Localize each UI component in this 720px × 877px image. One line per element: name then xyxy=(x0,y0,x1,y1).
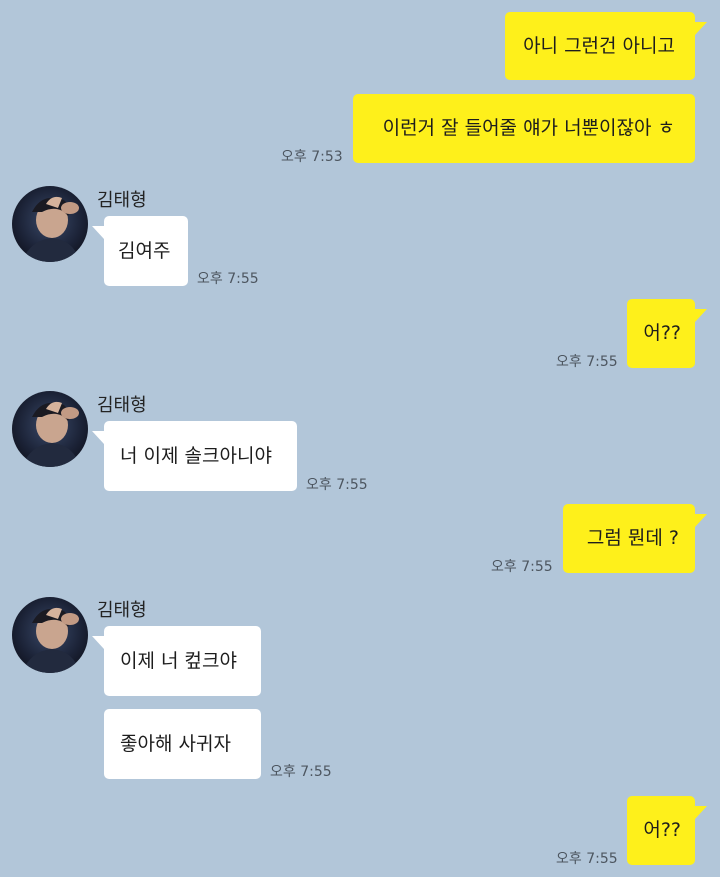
avatar-image xyxy=(12,186,88,262)
message-bubble-received[interactable]: 이제 너 컾크야 xyxy=(104,626,261,696)
avatar-image xyxy=(12,391,88,467)
contact-avatar[interactable] xyxy=(12,391,88,467)
message-timestamp: 오후 7:55 xyxy=(491,559,553,575)
avatar-image xyxy=(12,597,88,673)
bubble-tail xyxy=(92,431,104,444)
message-text: 그럼 뭔데 ? xyxy=(586,527,679,549)
message-text: 어?? xyxy=(643,322,681,344)
message-timestamp: 오후 7:55 xyxy=(197,271,259,287)
contact-name: 김태형 xyxy=(97,190,147,211)
message-text: 김여주 xyxy=(118,239,171,262)
message-text: 어?? xyxy=(643,819,681,841)
contact-avatar[interactable] xyxy=(12,597,88,673)
message-bubble-sent[interactable]: 이런거 잘 들어줄 얘가 너뿐이잖아 ㅎ xyxy=(353,94,695,163)
message-text: 아니 그런건 아니고 xyxy=(523,34,675,57)
message-timestamp: 오후 7:55 xyxy=(306,477,368,493)
contact-name: 김태형 xyxy=(97,395,147,416)
bubble-tail xyxy=(695,514,707,527)
message-timestamp: 오후 7:55 xyxy=(270,764,332,780)
message-text: 이제 너 컾크야 xyxy=(120,649,237,672)
message-text: 이런거 잘 들어줄 얘가 너뿐이잖아 ㅎ xyxy=(382,117,675,139)
message-timestamp: 오후 7:55 xyxy=(556,354,618,370)
message-bubble-received[interactable]: 좋아해 사귀자 xyxy=(104,709,261,779)
message-bubble-received[interactable]: 너 이제 솔크아니야 xyxy=(104,421,297,491)
bubble-tail xyxy=(695,309,707,322)
message-timestamp: 오후 7:55 xyxy=(556,851,618,867)
message-bubble-sent[interactable]: 어?? xyxy=(627,299,695,368)
contact-name: 김태형 xyxy=(97,600,147,621)
message-bubble-sent[interactable]: 어?? xyxy=(627,796,695,865)
bubble-tail xyxy=(695,806,707,819)
contact-avatar[interactable] xyxy=(12,186,88,262)
bubble-tail xyxy=(92,226,104,239)
message-bubble-sent[interactable]: 그럼 뭔데 ? xyxy=(563,504,695,573)
message-text: 좋아해 사귀자 xyxy=(120,732,231,755)
message-timestamp: 오후 7:53 xyxy=(281,149,343,165)
bubble-tail xyxy=(92,636,104,649)
message-text: 너 이제 솔크아니야 xyxy=(120,444,272,467)
message-bubble-sent[interactable]: 아니 그런건 아니고 xyxy=(505,12,695,80)
message-bubble-received[interactable]: 김여주 xyxy=(104,216,188,286)
bubble-tail xyxy=(695,22,707,35)
